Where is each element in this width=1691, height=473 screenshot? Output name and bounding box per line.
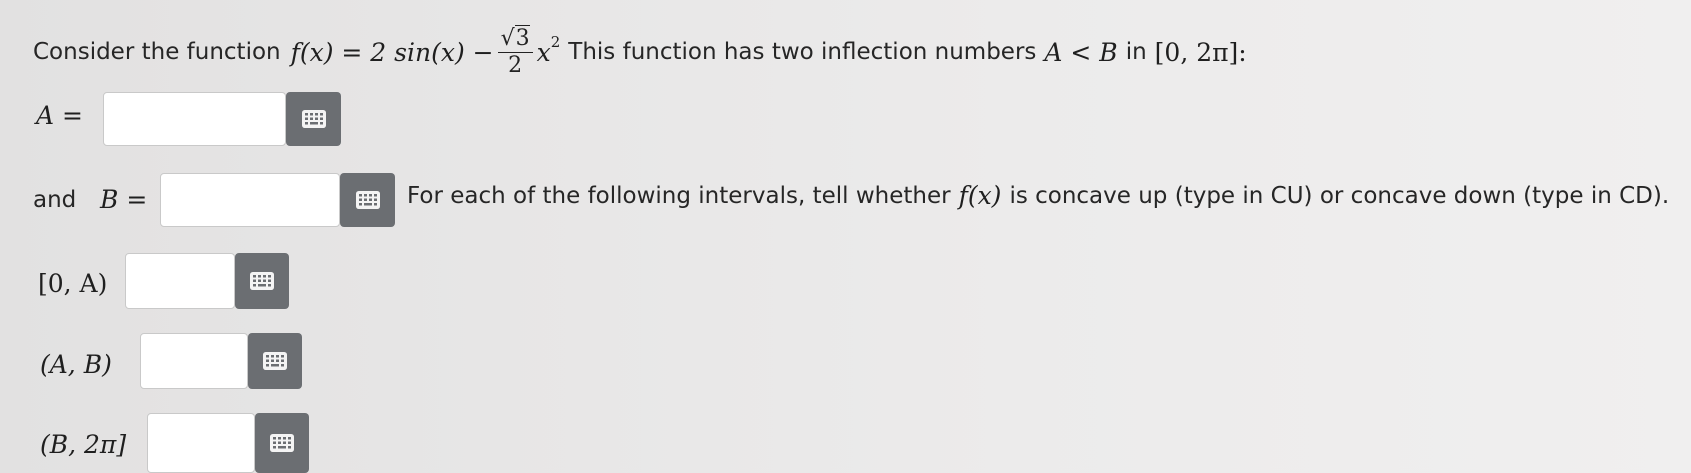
interval-a-b-input[interactable] [140, 333, 248, 389]
interval-b-2pi-keypad-button[interactable] [255, 413, 309, 473]
interval-b-2pi-input[interactable] [147, 413, 255, 473]
interval-label-b-2pi: (B, 2π] [40, 430, 127, 459]
question-statement: Consider the function f(x) = 2 sin(x) − … [33, 22, 1247, 82]
variable-x: x [536, 37, 551, 67]
b-label: B = [100, 185, 148, 214]
b-keypad-button[interactable] [340, 173, 395, 227]
interval-label-0-a: [0, A) [38, 269, 108, 298]
interval-label-a-b: (A, B) [40, 350, 112, 379]
and-word: and [33, 187, 77, 213]
instruction-fx: f(x) [958, 181, 1002, 210]
in-word: in [1125, 39, 1147, 65]
instruction-tail: is concave up (type in CU) or concave do… [1009, 182, 1670, 209]
interval-0-a-keypad-button[interactable] [235, 253, 289, 309]
keypad-icon [250, 272, 274, 290]
a-answer-input[interactable] [103, 92, 286, 146]
domain-interval: [0, 2π]: [1154, 37, 1247, 67]
sqrt3-over-2-fraction: √3 2 [497, 24, 533, 79]
relation-a-less-b: A < B [1044, 37, 1118, 67]
keypad-icon [263, 352, 287, 370]
function-lhs: f(x) = 2 sin(x) − [290, 37, 494, 67]
a-keypad-button[interactable] [286, 92, 341, 146]
exponent: 2 [550, 33, 561, 51]
keypad-icon [270, 434, 294, 452]
a-label: A = [36, 101, 83, 130]
keypad-icon [301, 110, 326, 128]
interval-a-b-keypad-button[interactable] [248, 333, 302, 389]
frac-numerator: 3 [514, 24, 530, 51]
frac-denominator: 2 [508, 52, 523, 78]
b-answer-input[interactable] [160, 173, 340, 227]
interval-0-a-input[interactable] [125, 253, 235, 309]
question-statement-text: This function has two inflection numbers [568, 39, 1037, 65]
question-intro: Consider the function [33, 39, 281, 65]
concavity-instruction: For each of the following intervals, tel… [407, 181, 1669, 210]
instruction-text: For each of the following intervals, tel… [407, 182, 951, 209]
keypad-icon [355, 191, 380, 209]
